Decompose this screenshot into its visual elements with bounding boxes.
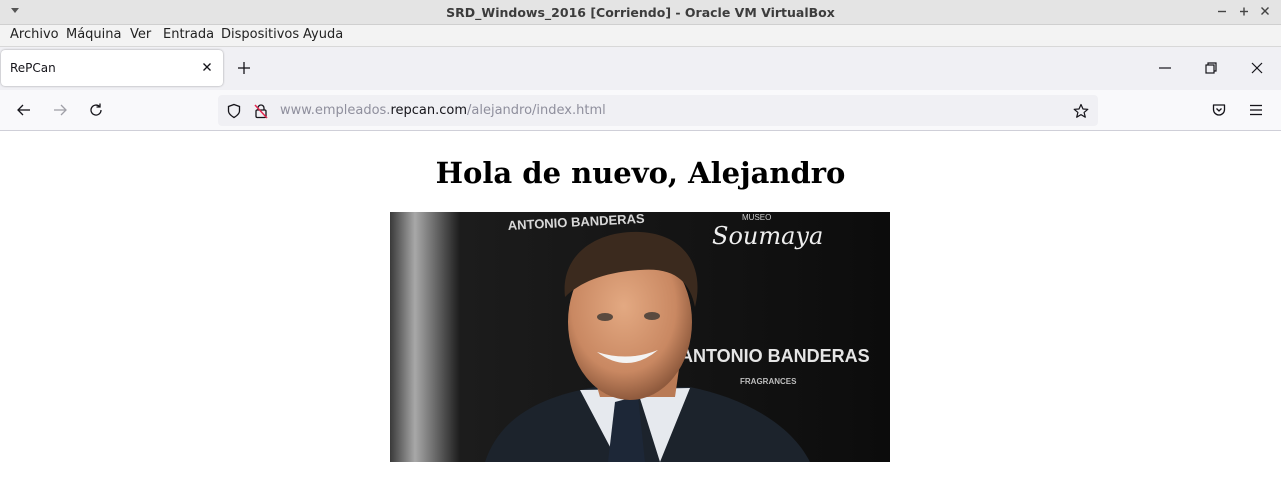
url-text[interactable]: www.empleados.repcan.com/alejandro/index… (280, 103, 606, 118)
url-host: repcan.com (390, 103, 467, 118)
vbox-title-bar: SRD_Windows_2016 [Corriendo] - Oracle VM… (0, 0, 1281, 25)
window-title: SRD_Windows_2016 [Corriendo] - Oracle VM… (446, 5, 835, 20)
browser-close-icon[interactable] (1249, 60, 1265, 76)
backdrop-sign-3: Soumaya (712, 222, 823, 250)
menu-maquina[interactable]: Máquina (66, 27, 122, 42)
navigation-toolbar: www.empleados.repcan.com/alejandro/index… (0, 90, 1281, 131)
back-icon[interactable] (16, 102, 32, 118)
close-icon[interactable] (1257, 3, 1273, 19)
reload-icon[interactable] (88, 102, 104, 118)
browser-minimize-icon[interactable] (1157, 60, 1173, 76)
insecure-lock-icon[interactable] (253, 103, 269, 119)
hamburger-menu-icon[interactable] (1248, 102, 1264, 118)
tracking-protection-shield-icon[interactable] (226, 103, 242, 119)
vbox-menu-bar: Archivo Máquina Ver Entrada Dispositivos… (0, 25, 1281, 47)
page-content: Hola de nuevo, Alejandro ANTONIO BANDERA… (0, 131, 1281, 483)
profile-photo: ANTONIO BANDERAS MUSEO Soumaya ANTONIO B… (390, 212, 890, 462)
tab-label: RePCan (10, 61, 56, 75)
tab-strip: RePCan (0, 47, 1281, 90)
url-path: /alejandro/index.html (467, 103, 606, 118)
new-tab-icon[interactable] (236, 60, 252, 76)
pocket-icon[interactable] (1211, 102, 1227, 118)
menu-archivo[interactable]: Archivo (10, 27, 59, 42)
tab-repcan[interactable]: RePCan (1, 50, 223, 86)
backdrop-sign-2: MUSEO (742, 213, 771, 222)
browser-restore-icon[interactable] (1203, 60, 1219, 76)
maximize-icon[interactable] (1236, 3, 1252, 19)
backdrop-sign-4: ANTONIO BANDERAS (680, 346, 870, 366)
minimize-icon[interactable] (1214, 3, 1230, 19)
backdrop-sign-5: FRAGRANCES (740, 377, 797, 386)
menu-ver[interactable]: Ver (130, 27, 151, 42)
address-bar[interactable]: www.empleados.repcan.com/alejandro/index… (218, 95, 1098, 126)
tab-close-icon[interactable] (200, 60, 214, 74)
page-heading: Hola de nuevo, Alejandro (435, 156, 846, 190)
url-prefix: www.empleados. (280, 103, 391, 118)
menu-entrada[interactable]: Entrada (163, 27, 214, 42)
menu-ayuda[interactable]: Ayuda (303, 27, 343, 42)
bookmark-star-icon[interactable] (1073, 103, 1089, 119)
forward-icon[interactable] (52, 102, 68, 118)
menu-dispositivos[interactable]: Dispositivos (221, 27, 299, 42)
